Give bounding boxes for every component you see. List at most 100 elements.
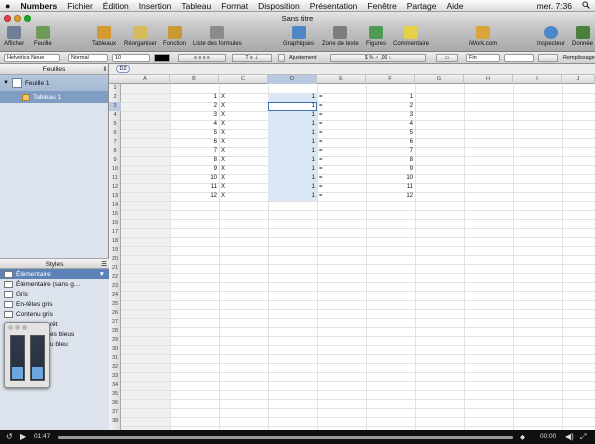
zoom-window-button[interactable] (24, 15, 31, 22)
playhead-indicator-icon[interactable]: ◆ (520, 433, 525, 441)
row-header[interactable]: 24 (109, 291, 121, 300)
toolbar-charts-button[interactable]: Graphiques (283, 26, 314, 47)
row-header[interactable]: 12 (109, 183, 121, 192)
mini-zoom-button[interactable] (22, 325, 27, 330)
result-cell[interactable]: 12 (366, 192, 413, 201)
row-header[interactable]: 15 (109, 210, 121, 219)
times-sign-cell[interactable]: X (221, 129, 225, 138)
equals-sign-cell[interactable]: = (319, 174, 323, 183)
row-header[interactable]: 37 (109, 408, 121, 417)
volume-icon[interactable]: ◀) (565, 432, 574, 441)
table-item[interactable]: Tableau 1 (0, 91, 108, 103)
row-header[interactable]: 13 (109, 192, 121, 201)
result-cell[interactable]: 10 (366, 174, 413, 183)
result-cell[interactable]: 4 (366, 120, 413, 129)
mini-minimize-button[interactable] (15, 325, 20, 330)
toolbar-data-button[interactable]: Donnée (572, 26, 593, 47)
mini-close-button[interactable] (8, 325, 13, 330)
cell-reference-badge[interactable]: D2 (116, 65, 130, 73)
minimize-window-button[interactable] (14, 15, 21, 22)
floating-mini-window[interactable] (4, 322, 50, 388)
row-header[interactable]: 36 (109, 399, 121, 408)
column-header-g[interactable]: G (415, 75, 464, 84)
row-header[interactable]: 1 (109, 84, 121, 93)
equals-sign-cell[interactable]: = (319, 183, 323, 192)
multiplier-cell[interactable]: 1 (268, 156, 315, 165)
row-header[interactable]: 8 (109, 147, 121, 156)
multiplier-cell[interactable]: 1 (268, 102, 315, 111)
times-sign-cell[interactable]: X (221, 138, 225, 147)
equals-sign-cell[interactable]: = (319, 192, 323, 201)
menu-presentation[interactable]: Présentation (305, 1, 363, 11)
sidebar-resize-icon[interactable]: ‖ (103, 64, 106, 75)
row-header[interactable]: 10 (109, 165, 121, 174)
column-header-i[interactable]: I (513, 75, 562, 84)
column-header-h[interactable]: H (464, 75, 513, 84)
row-header[interactable]: 23 (109, 282, 121, 291)
result-cell[interactable]: 1 (366, 93, 413, 102)
menu-partage[interactable]: Partage (402, 1, 442, 11)
toolbar-tables-button[interactable]: Tableaux (92, 26, 116, 47)
row-header[interactable]: 35 (109, 390, 121, 399)
toolbar-comment-button[interactable]: Commentaire (393, 26, 429, 47)
row-header[interactable]: 33 (109, 372, 121, 381)
toolbar-function-button[interactable]: Fonction (163, 26, 186, 47)
menubar-clock[interactable]: mer. 7:36 (532, 1, 577, 11)
equals-sign-cell[interactable]: = (319, 120, 323, 129)
row-header[interactable]: 3 (109, 102, 121, 111)
multiplier-cell[interactable]: 1 (268, 174, 315, 183)
column-header-b[interactable]: B (170, 75, 219, 84)
column-header-a[interactable]: A (121, 75, 170, 84)
equals-sign-cell[interactable]: = (319, 138, 323, 147)
chevron-down-icon[interactable]: ▼ (99, 271, 105, 278)
row-header[interactable]: 7 (109, 138, 121, 147)
result-cell[interactable]: 3 (366, 111, 413, 120)
menu-edition[interactable]: Édition (98, 1, 134, 11)
result-cell[interactable]: 5 (366, 129, 413, 138)
font-size-select[interactable]: 10 (112, 54, 150, 62)
row-header[interactable]: 26 (109, 309, 121, 318)
style-item[interactable]: Gris (0, 289, 109, 299)
row-header[interactable]: 16 (109, 219, 121, 228)
row-header[interactable]: 9 (109, 156, 121, 165)
multiplicand-cell[interactable]: 10 (170, 174, 217, 183)
toolbar-iwork-button[interactable]: iWork.com (469, 26, 497, 47)
row-header[interactable]: 30 (109, 345, 121, 354)
style-item[interactable]: En-têtes gris (0, 299, 109, 309)
rewind-icon[interactable]: ↺ (6, 432, 13, 441)
result-cell[interactable]: 11 (366, 183, 413, 192)
row-header[interactable]: 29 (109, 336, 121, 345)
equals-sign-cell[interactable]: = (319, 165, 323, 174)
multiplicand-cell[interactable]: 4 (170, 120, 217, 129)
column-header-e[interactable]: E (317, 75, 366, 84)
menu-disposition[interactable]: Disposition (253, 1, 305, 11)
style-item[interactable]: Élémentaire (sans g… (0, 279, 109, 289)
equals-sign-cell[interactable]: = (319, 129, 323, 138)
menu-app-name[interactable]: Numbers (15, 1, 62, 11)
toolbar-inspector-button[interactable]: Inspecteur (537, 26, 565, 47)
menu-fenetre[interactable]: Fenêtre (362, 1, 401, 11)
times-sign-cell[interactable]: X (221, 120, 225, 129)
multiplier-cell[interactable]: 1 (268, 192, 315, 201)
multiplier-cell[interactable]: 1 (268, 93, 315, 102)
result-cell[interactable]: 2 (366, 102, 413, 111)
menu-aide[interactable]: Aide (442, 1, 469, 11)
row-header[interactable]: 2 (109, 93, 121, 102)
column-header-d[interactable]: D (268, 75, 317, 84)
column-header-f[interactable]: F (366, 75, 415, 84)
disclosure-triangle-icon[interactable]: ▼ (3, 80, 9, 86)
row-header[interactable]: 14 (109, 201, 121, 210)
border-width-select[interactable] (504, 54, 534, 62)
border-style-select[interactable]: Fin (466, 54, 500, 62)
multiplicand-cell[interactable]: 12 (170, 192, 217, 201)
multiplicand-cell[interactable]: 8 (170, 156, 217, 165)
toolbar-view-button[interactable]: Afficher (4, 26, 24, 47)
row-header[interactable]: 38 (109, 417, 121, 426)
menu-fichier[interactable]: Fichier (62, 1, 98, 11)
close-window-button[interactable] (4, 15, 11, 22)
result-cell[interactable]: 8 (366, 156, 413, 165)
fullscreen-icon[interactable]: ⤢ (580, 432, 586, 442)
play-icon[interactable]: ▶ (20, 432, 26, 441)
equals-sign-cell[interactable]: = (319, 156, 323, 165)
column-header-j[interactable]: J (562, 75, 595, 84)
